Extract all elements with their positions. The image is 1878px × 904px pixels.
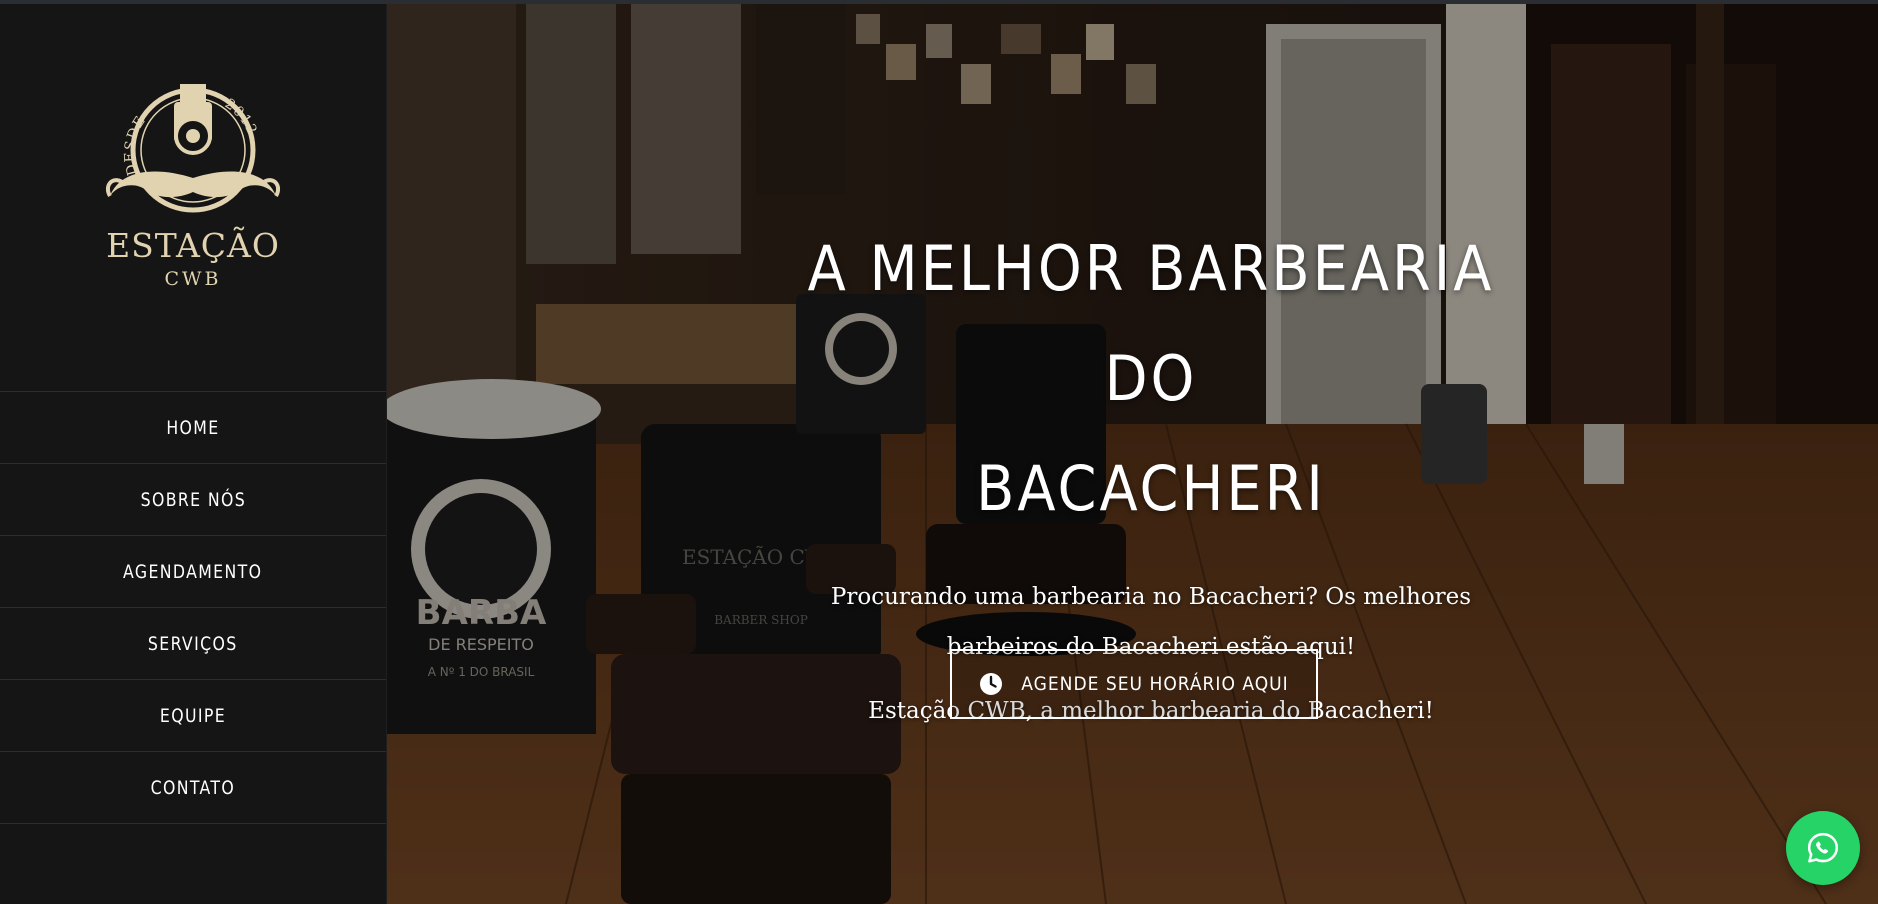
logo-emblem-icon: DESDE 2012 [105,84,281,213]
nav-item-label: HOME [166,416,220,439]
nav-item-label: SERVIÇOS [148,632,238,655]
nav-item-home[interactable]: HOME [0,392,386,464]
hero-title-line1: A MELHOR BARBEARIA DO [807,232,1495,415]
logo[interactable]: DESDE 2012 ESTAÇÃO CWB [100,78,286,308]
sidebar: DESDE 2012 ESTAÇÃO CWB HOME SOBRE NÓS AG… [0,0,387,904]
hero-title: A MELHOR BARBEARIA DO BACACHERI [776,214,1526,544]
nav-item-sobre-nos[interactable]: SOBRE NÓS [0,464,386,536]
nav-item-agendamento[interactable]: AGENDAMENTO [0,536,386,608]
main-nav: HOME SOBRE NÓS AGENDAMENTO SERVIÇOS EQUI… [0,391,386,824]
logo-city: CWB [164,268,222,290]
nav-item-equipe[interactable]: EQUIPE [0,680,386,752]
whatsapp-button[interactable] [1786,811,1860,885]
nav-item-label: CONTATO [150,776,236,799]
whatsapp-icon [1807,832,1839,863]
nav-item-label: EQUIPE [159,704,227,727]
hero-title-line2: BACACHERI [976,452,1326,525]
nav-item-label: AGENDAMENTO [123,560,263,583]
clock-icon [980,673,1003,695]
hero-section: BARBA DE RESPEITO A Nº 1 DO BRASIL ESTAÇ… [386,4,1878,904]
nav-item-contato[interactable]: CONTATO [0,752,386,824]
top-bar [0,0,1878,4]
nav-item-label: SOBRE NÓS [140,488,246,511]
svg-text:DESDE: DESDE [122,113,149,177]
logo-name: ESTAÇÃO [106,226,280,265]
schedule-button-label: AGENDE SEU HORÁRIO AQUI [1021,673,1289,695]
nav-item-servicos[interactable]: SERVIÇOS [0,608,386,680]
schedule-button[interactable]: AGENDE SEU HORÁRIO AQUI [950,649,1318,719]
